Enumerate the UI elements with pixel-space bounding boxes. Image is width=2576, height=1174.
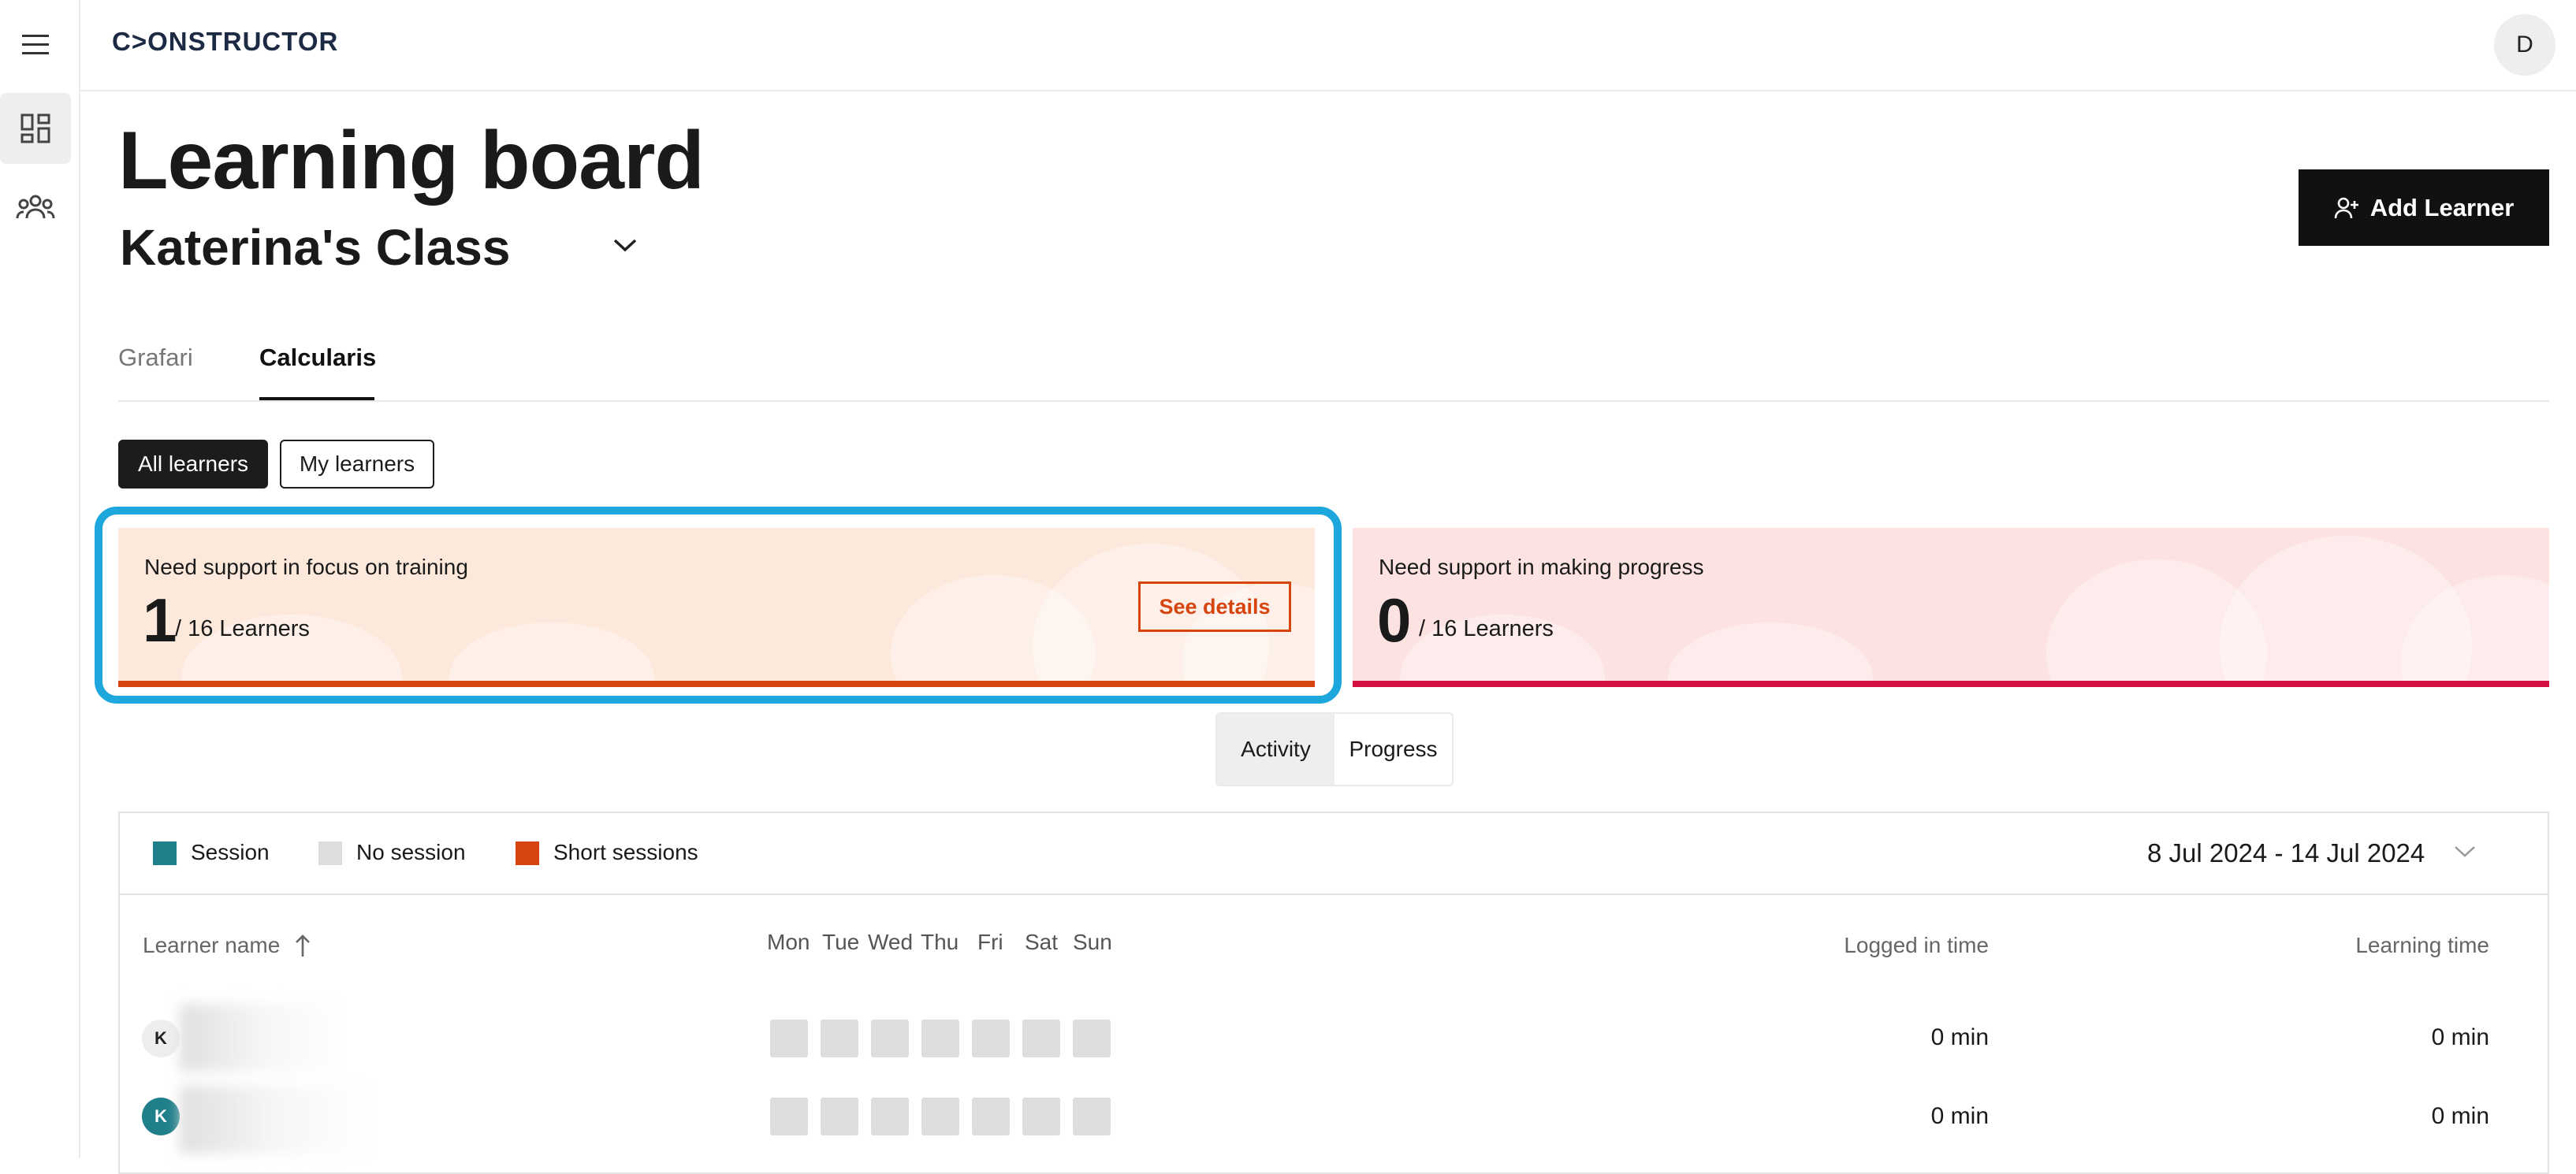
class-selector-label[interactable]: Katerina's Class <box>120 222 510 273</box>
day-cell <box>770 1098 808 1135</box>
row-learning-time: 0 min <box>2431 1024 2489 1050</box>
day-cell <box>1022 1020 1060 1057</box>
focus-card-highlight <box>95 507 1342 704</box>
group-icon <box>16 195 55 219</box>
day-cell <box>921 1098 959 1135</box>
add-learner-label: Add Learner <box>2369 193 2515 221</box>
legend-session-swatch <box>153 841 177 865</box>
day-cell <box>972 1098 1010 1135</box>
learner-name-redacted[interactable] <box>180 1004 345 1072</box>
day-cell <box>921 1020 959 1057</box>
product-tabs: Grafari Calcularis <box>118 331 2549 402</box>
col-learning-time[interactable]: Learning time <box>2355 933 2489 958</box>
row-logged-time: 0 min <box>1930 1103 1989 1129</box>
day-fri: Fri <box>977 930 1003 954</box>
day-cell <box>972 1020 1010 1057</box>
activity-panel: Session No session Short sessions 8 Jul … <box>118 812 2549 1174</box>
day-cell <box>821 1098 858 1135</box>
day-cell <box>1073 1098 1111 1135</box>
nav-dashboard[interactable] <box>0 93 71 164</box>
legend-session-label: Session <box>191 840 270 864</box>
legend-no-session-swatch <box>318 841 342 865</box>
day-cell <box>821 1020 858 1057</box>
tab-calcularis[interactable]: Calcularis <box>259 344 376 372</box>
legend-short-label: Short sessions <box>553 840 698 864</box>
tab-grafari[interactable]: Grafari <box>118 344 193 372</box>
chevron-down-icon <box>2455 846 2475 857</box>
day-mon: Mon <box>767 930 810 954</box>
legend-bar: Session No session Short sessions 8 Jul … <box>120 813 2548 895</box>
day-sun: Sun <box>1073 930 1112 954</box>
day-cell <box>1022 1098 1060 1135</box>
date-range-selector[interactable]: 8 Jul 2024 - 14 Jul 2024 <box>2147 838 2425 868</box>
constructor-logo[interactable]: C>ONSTRUCTOR <box>112 27 338 57</box>
add-user-icon <box>2334 197 2358 218</box>
day-cell <box>871 1020 909 1057</box>
day-cell <box>871 1098 909 1135</box>
top-bar: C>ONSTRUCTOR D <box>79 0 2576 91</box>
day-cell <box>1073 1020 1111 1057</box>
dashboard-icon <box>20 113 50 143</box>
hamburger-icon <box>22 35 49 54</box>
view-toggle: Activity Progress <box>1215 712 1454 786</box>
toggle-activity[interactable]: Activity <box>1217 714 1335 785</box>
nav-learners[interactable] <box>0 172 71 243</box>
filter-my-learners[interactable]: My learners <box>280 440 434 489</box>
date-range-toggle[interactable] <box>2453 845 2477 863</box>
day-cell <box>770 1020 808 1057</box>
filter-all-learners[interactable]: All learners <box>118 440 268 489</box>
toggle-progress[interactable]: Progress <box>1335 714 1452 785</box>
progress-card-count: 0 <box>1377 585 1412 655</box>
col-learner-name[interactable]: Learner name <box>143 933 280 958</box>
col-logged-in-time[interactable]: Logged in time <box>1844 933 1989 958</box>
progress-support-card: Need support in making progress 0 / 16 L… <box>1353 528 2549 687</box>
row-learning-time: 0 min <box>2431 1103 2489 1129</box>
menu-button[interactable] <box>0 9 71 80</box>
day-thu: Thu <box>921 930 959 954</box>
side-rail <box>0 0 80 1158</box>
user-avatar[interactable]: D <box>2494 14 2556 76</box>
active-tab-indicator <box>259 397 374 400</box>
learner-avatar: K <box>142 1098 180 1135</box>
sort-ascending-icon[interactable] <box>293 933 312 962</box>
day-sat: Sat <box>1025 930 1059 954</box>
row-logged-time: 0 min <box>1930 1024 1989 1050</box>
learner-avatar: K <box>142 1020 180 1057</box>
legend-short-swatch <box>516 841 539 865</box>
learner-name-redacted[interactable] <box>180 1086 369 1154</box>
day-wed: Wed <box>868 930 914 954</box>
progress-card-total: / 16 Learners <box>1419 616 1554 641</box>
class-selector-toggle[interactable] <box>612 236 638 258</box>
legend-no-session-label: No session <box>356 840 466 864</box>
page-title: Learning board <box>118 115 705 206</box>
chevron-down-icon <box>613 239 637 252</box>
progress-card-label: Need support in making progress <box>1379 555 1704 579</box>
add-learner-button[interactable]: Add Learner <box>2299 169 2549 246</box>
day-tue: Tue <box>822 930 860 954</box>
